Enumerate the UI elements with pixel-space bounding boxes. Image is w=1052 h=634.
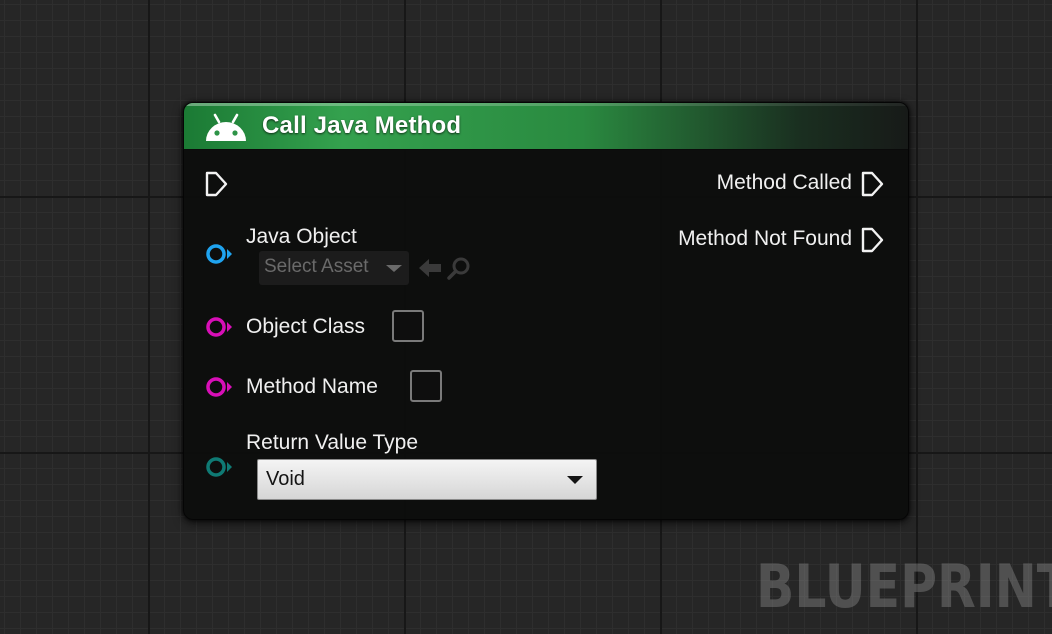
java-object-label: Java Object: [246, 225, 357, 248]
select-asset-label: Select Asset: [264, 256, 369, 277]
method-name-pin[interactable]: [204, 376, 234, 398]
method-called-exec-pin[interactable]: [860, 170, 886, 198]
return-value-type-pin[interactable]: [204, 456, 234, 478]
java-object-pin[interactable]: [204, 243, 234, 265]
object-class-input[interactable]: [392, 310, 424, 342]
call-java-method-node[interactable]: Call Java Method Method Called Method No…: [183, 102, 909, 520]
method-name-input[interactable]: [410, 370, 442, 402]
browse-search-icon[interactable]: [446, 255, 472, 281]
return-value-type-value: Void: [266, 468, 305, 490]
node-title: Call Java Method: [262, 112, 462, 139]
return-value-type-combobox[interactable]: Void: [257, 459, 597, 500]
object-class-pin[interactable]: [204, 316, 234, 338]
method-called-label: Method Called: [716, 171, 852, 194]
exec-input-pin[interactable]: [204, 170, 230, 198]
return-value-type-label: Return Value Type: [246, 431, 418, 454]
use-selected-arrow-icon[interactable]: [418, 257, 442, 279]
android-icon: [206, 113, 246, 141]
blueprint-watermark: BLUEPRINT: [756, 552, 1052, 622]
method-not-found-label: Method Not Found: [678, 227, 852, 250]
select-asset-dropdown[interactable]: Select Asset: [259, 251, 409, 285]
chevron-down-icon: [386, 265, 402, 272]
chevron-down-icon: [567, 476, 583, 484]
node-header[interactable]: Call Java Method: [184, 103, 908, 150]
method-not-found-exec-pin[interactable]: [860, 226, 886, 254]
method-name-label: Method Name: [246, 375, 378, 398]
object-class-label: Object Class: [246, 315, 366, 338]
